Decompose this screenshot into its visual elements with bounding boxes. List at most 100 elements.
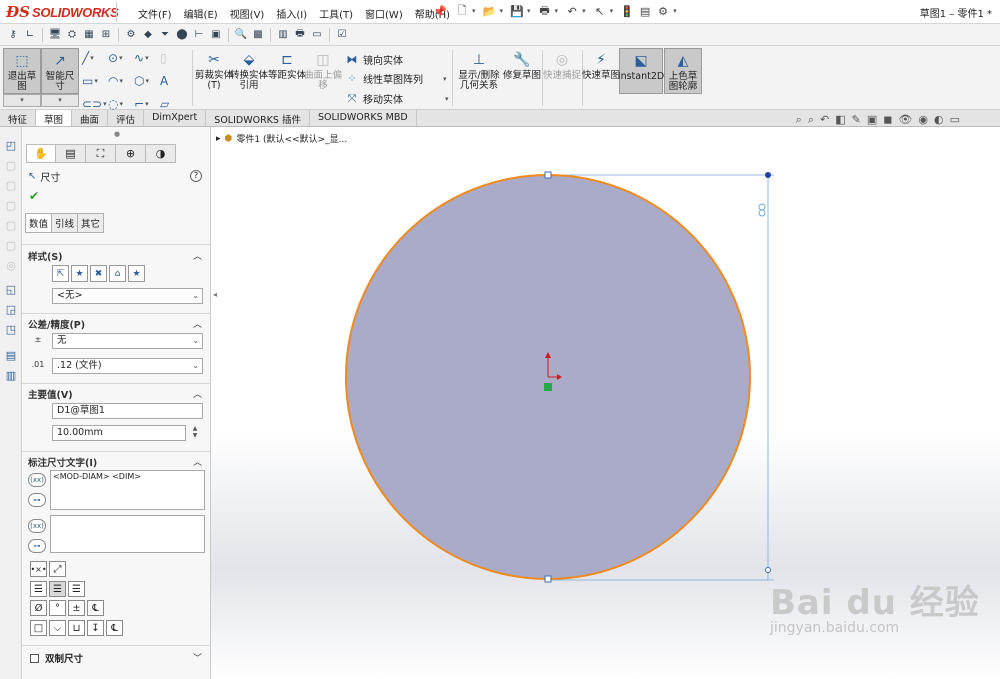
hide-show-icon[interactable]: 👁 [898, 113, 912, 127]
polygon-icon[interactable]: ⬡ ▾ [134, 73, 160, 89]
file-properties-icon[interactable]: ▤ [637, 3, 653, 19]
zoom-to-fit-icon[interactable]: ⌕ [796, 113, 802, 127]
counterbore-symbol-icon[interactable]: ⊔ [68, 620, 85, 636]
tab-configuration-manager[interactable]: ⛶ [86, 144, 116, 163]
tab-addins[interactable]: SOLIDWORKS 插件 [206, 110, 310, 126]
sketch-tool-icon[interactable]: ▤ [4, 349, 18, 363]
tab-dimxpert[interactable]: DimXpert [144, 110, 207, 126]
delete-style-icon[interactable]: ✖ [90, 265, 107, 282]
tolerance-type-select[interactable]: 无 ⌄ [52, 333, 203, 349]
surface-icon[interactable]: ▯ [160, 50, 186, 66]
exit-sketch-dropdown[interactable]: ▾ [3, 94, 41, 107]
dimension-name-field[interactable]: D1@草图1 [52, 403, 203, 419]
options-gear-icon[interactable]: ⚙ [655, 3, 671, 19]
tab-dimxpert-manager[interactable]: ⊕ [116, 144, 146, 163]
line-icon[interactable]: ╱ ▾ [82, 50, 108, 66]
more-symbols-icon[interactable]: ℄ [106, 620, 123, 636]
dimension-text-bottom[interactable] [50, 515, 205, 553]
mirror-entities-button[interactable]: ⧓ 镜向实体 [345, 52, 404, 67]
style-select[interactable]: <无> ⌄ [52, 288, 203, 304]
collapse-caret-icon[interactable]: ︿ [193, 455, 202, 468]
sketch-tool-icon[interactable]: ▢ [4, 239, 18, 253]
menu-view[interactable]: 视图(V) [224, 4, 271, 23]
sketch-tool-icon[interactable]: ▢ [4, 219, 18, 233]
measure-icon[interactable]: ⊢ [192, 28, 206, 42]
trim-entities-button[interactable]: ✂ 剪裁实体(T) [195, 48, 233, 94]
excel-icon[interactable]: ▥ [276, 28, 290, 42]
menu-file[interactable]: 文件(F) [132, 4, 178, 23]
inspection-dimension-icon[interactable]: (xx) [28, 519, 46, 533]
tab-surfaces[interactable]: 曲面 [72, 110, 109, 126]
save-icon[interactable]: 💾 [509, 3, 525, 19]
dual-dimension-option[interactable]: 双制尺寸 [30, 651, 83, 665]
options-dropdown-icon[interactable]: ▾ [673, 7, 677, 15]
menu-window[interactable]: 窗口(W) [359, 4, 409, 23]
pin-icon[interactable]: 📌 [433, 5, 447, 18]
countersink-symbol-icon[interactable]: ⌵ [49, 620, 66, 636]
shaded-sketch-contours-button[interactable]: ◭ 上色草图轮廓 [664, 48, 702, 94]
dimension-text-section-header[interactable]: 标注尺寸文字(I) [28, 455, 97, 469]
zoom-icon[interactable]: 🔍 [234, 28, 248, 42]
circle-quadrant-point[interactable] [544, 575, 552, 583]
circle-icon[interactable]: ⊙ ▾ [108, 50, 134, 66]
section-view-icon[interactable]: ◧ [835, 113, 845, 127]
menu-insert[interactable]: 插入(I) [270, 4, 313, 23]
drawing-icon[interactable]: ▦ [82, 28, 96, 42]
circle-quadrant-point[interactable] [544, 171, 552, 179]
key-icon[interactable]: ⚷ [6, 28, 20, 42]
linear-pattern-dropdown-icon[interactable]: ▾ [443, 75, 447, 83]
view-settings-icon[interactable]: ▭ [950, 113, 960, 127]
new-dropdown-icon[interactable]: ▾ [472, 7, 476, 15]
apply-style-icon[interactable]: ⇱ [52, 265, 69, 282]
select-dropdown-icon[interactable]: ▾ [610, 7, 614, 15]
sketch-tool-icon[interactable]: ▥ [4, 369, 18, 383]
tab-features[interactable]: 特征 [0, 110, 37, 126]
grid-icon[interactable]: ⊞ [99, 28, 113, 42]
tab-display-manager[interactable]: ◑ [146, 144, 176, 163]
subtab-value[interactable]: 数值 [25, 213, 53, 233]
align-left-icon[interactable]: ☰ [30, 581, 47, 597]
sketch-tool-icon[interactable]: ◱ [4, 283, 18, 297]
origin-axis-icon[interactable]: ∟ [23, 28, 37, 42]
document-icon[interactable]: ▭ [310, 28, 324, 42]
save-style-icon[interactable]: ⌂ [109, 265, 126, 282]
add-style-icon[interactable]: ★ [71, 265, 88, 282]
tab-evaluate[interactable]: 评估 [108, 110, 145, 126]
sketch-tool-icon[interactable]: ▢ [4, 199, 18, 213]
subtab-other[interactable]: 其它 [78, 213, 105, 233]
dimension-handle[interactable] [765, 567, 771, 573]
style-section-header[interactable]: 样式(S) [28, 249, 63, 263]
settings-gear-icon[interactable]: ⚙ [124, 28, 138, 42]
smart-dimension-button[interactable]: ↗ 智能尺寸 [41, 48, 79, 94]
printer-icon[interactable]: 🖶 [293, 28, 307, 42]
tab-feature-manager[interactable]: ▤ [56, 144, 86, 163]
view-orientation-icon[interactable]: ▣ [867, 113, 877, 127]
move-dropdown-icon[interactable]: ▾ [445, 95, 449, 103]
funnel-icon[interactable]: ⏷ [158, 28, 172, 42]
offset-entities-button[interactable]: ⊏ 等距实体 [268, 48, 306, 94]
plus-minus-symbol-icon[interactable]: ± [68, 600, 85, 616]
dimension-handle[interactable] [765, 172, 771, 178]
linear-pattern-button[interactable]: ⁘ 线性草图阵列 ▾ [345, 71, 447, 86]
sketch-tool-icon[interactable]: ◰ [4, 139, 18, 153]
tab-mbd[interactable]: SOLIDWORKS MBD [310, 110, 417, 126]
quick-snaps-button[interactable]: ◎ 快速捕捉 [543, 48, 581, 94]
ok-checkmark-icon[interactable]: ✔ [29, 189, 39, 203]
rectangle-icon[interactable]: ▭ ▾ [82, 73, 108, 89]
text-icon[interactable]: A [160, 73, 186, 89]
centerline-symbol-icon[interactable]: ℄ [87, 600, 104, 616]
previous-view-icon[interactable]: ↶ [820, 113, 829, 127]
assembly-icon[interactable]: ⛭ [65, 28, 79, 42]
sketch-tool-icon[interactable]: ◲ [4, 303, 18, 317]
load-style-icon[interactable]: ★ [128, 265, 145, 282]
offset-on-surface-button[interactable]: ◫ 曲面上偏移 [304, 48, 342, 94]
collapse-caret-icon[interactable]: ︿ [193, 317, 202, 330]
edit-appearance-icon[interactable]: ◉ [918, 113, 928, 127]
move-entities-button[interactable]: ⤧ 移动实体 ▾ [345, 91, 449, 107]
dynamic-annotation-icon[interactable]: ✎ [852, 113, 861, 127]
align-right-icon[interactable]: ☰ [68, 581, 85, 597]
smart-dimension-dropdown[interactable]: ▾ [41, 94, 79, 107]
diameter-symbol-icon[interactable]: Ø [30, 600, 47, 616]
block-icon[interactable]: ▣ [209, 28, 223, 42]
save-dropdown-icon[interactable]: ▾ [527, 7, 531, 15]
